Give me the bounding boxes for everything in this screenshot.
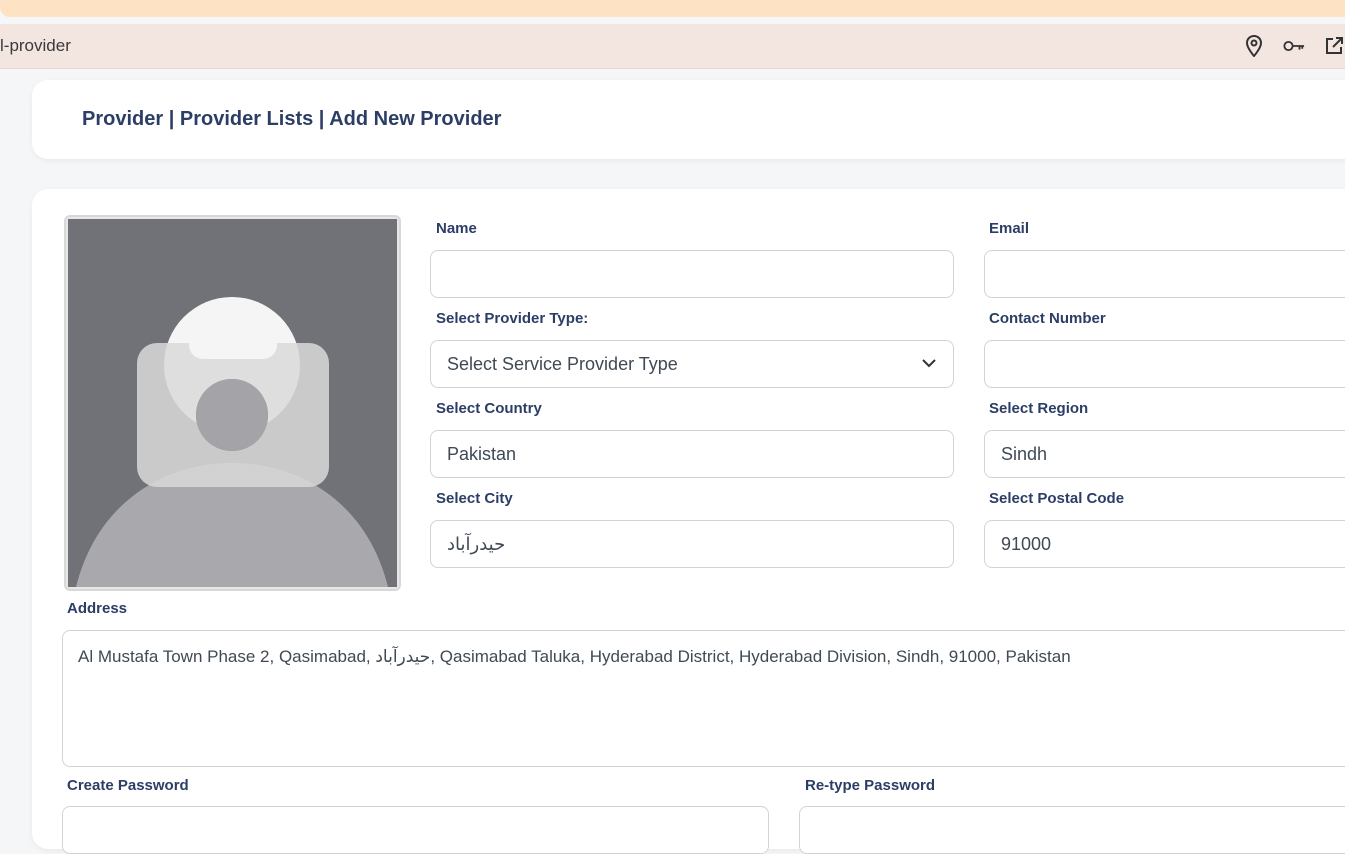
region-input[interactable]: Sindh xyxy=(984,430,1345,478)
chevron-down-icon xyxy=(921,355,937,376)
provider-type-select[interactable]: Select Service Provider Type xyxy=(430,340,954,388)
create-password-label: Create Password xyxy=(67,777,189,794)
postal-code-input[interactable]: 91000 xyxy=(984,520,1345,568)
address-textarea[interactable]: Al Mustafa Town Phase 2, Qasimabad, حیدر… xyxy=(62,630,1345,767)
city-label: Select City xyxy=(436,490,513,507)
url-text: l-provider xyxy=(0,36,71,55)
provider-type-value: Select Service Provider Type xyxy=(447,353,678,374)
name-label: Name xyxy=(436,220,477,237)
email-label: Email xyxy=(989,220,1030,237)
address-label: Address xyxy=(67,600,128,617)
notification-bar xyxy=(0,0,1345,17)
open-external-icon[interactable] xyxy=(1323,35,1345,57)
retype-password-input[interactable] xyxy=(799,806,1345,854)
location-pin-icon[interactable] xyxy=(1243,35,1265,57)
region-label: Select Region xyxy=(989,400,1089,417)
email-input[interactable] xyxy=(984,250,1345,298)
breadcrumb-panel: Provider | Provider Lists | Add New Prov… xyxy=(32,80,1345,159)
name-input[interactable] xyxy=(430,250,954,298)
create-password-input[interactable] xyxy=(62,806,769,854)
contact-number-input[interactable] xyxy=(984,340,1345,388)
contact-number-label: Contact Number xyxy=(989,310,1106,327)
key-icon[interactable] xyxy=(1283,35,1305,57)
city-input[interactable]: حیدرآباد xyxy=(430,520,954,568)
country-input[interactable]: Pakistan xyxy=(430,430,954,478)
breadcrumb: Provider | Provider Lists | Add New Prov… xyxy=(82,108,502,130)
address-bar[interactable]: l-provider xyxy=(0,24,1345,69)
country-label: Select Country xyxy=(436,400,542,417)
avatar-placeholder-icon xyxy=(68,219,397,587)
provider-type-label: Select Provider Type: xyxy=(436,310,589,327)
postal-code-label: Select Postal Code xyxy=(989,490,1125,507)
retype-password-label: Re-type Password xyxy=(805,777,936,794)
avatar-upload[interactable] xyxy=(64,215,401,591)
